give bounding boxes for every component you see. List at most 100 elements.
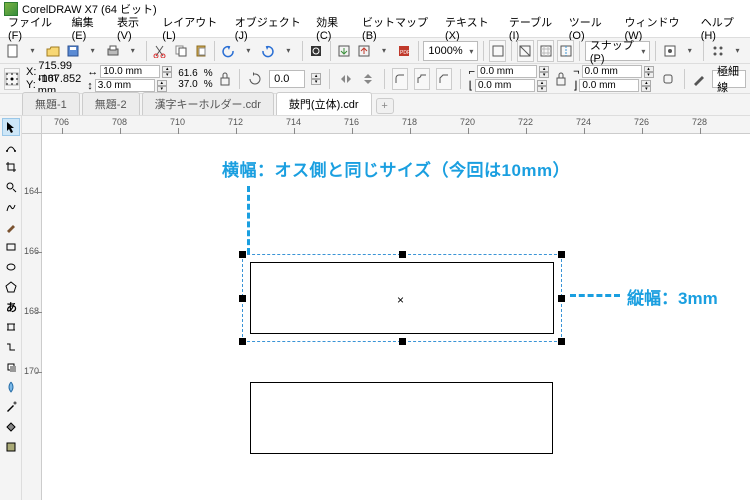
text-tool[interactable]: あ <box>2 298 20 316</box>
spin-down[interactable]: ▾ <box>644 72 654 78</box>
menu-edit[interactable]: 編集(E) <box>66 12 109 44</box>
fullscreen-button[interactable] <box>489 40 506 62</box>
handle-mid-left[interactable] <box>239 295 246 302</box>
show-guidelines-button[interactable] <box>557 40 574 62</box>
ruler-corner[interactable] <box>22 116 42 134</box>
height-down[interactable]: ▾ <box>157 86 167 92</box>
corner-bl-input[interactable]: 0.0 mm <box>475 79 535 92</box>
pick-tool[interactable] <box>2 118 20 136</box>
connector-tool[interactable] <box>2 338 20 356</box>
polygon-tool[interactable] <box>2 278 20 296</box>
redo-dropdown[interactable] <box>280 40 297 62</box>
zoom-tool[interactable] <box>2 178 20 196</box>
options-button[interactable] <box>661 40 678 62</box>
redo-button[interactable] <box>260 40 277 62</box>
height-input[interactable]: 3.0 mm <box>95 79 155 92</box>
freehand-tool[interactable] <box>2 198 20 216</box>
rotation-input[interactable]: 0.0 <box>269 70 305 88</box>
undo-dropdown[interactable] <box>240 40 257 62</box>
app-launcher-button[interactable] <box>709 40 726 62</box>
spin-down[interactable]: ▾ <box>641 86 651 92</box>
doc-tab-0[interactable]: 無題-1 <box>22 92 80 115</box>
show-grid-button[interactable] <box>537 40 554 62</box>
corner-tr-input[interactable]: 0.0 mm <box>582 65 642 78</box>
rotation-down[interactable]: ▾ <box>311 79 321 85</box>
handle-bottom-right[interactable] <box>558 338 565 345</box>
mirror-h-button[interactable] <box>338 68 354 90</box>
menu-help[interactable]: ヘルプ(H) <box>695 12 748 44</box>
new-button[interactable] <box>4 40 21 62</box>
origin-anchor-button[interactable] <box>4 68 20 90</box>
handle-top-right[interactable] <box>558 251 565 258</box>
spin-down[interactable]: ▾ <box>539 72 549 78</box>
copy-button[interactable] <box>172 40 189 62</box>
open-button[interactable] <box>44 40 61 62</box>
app-launcher-dropdown[interactable] <box>729 40 746 62</box>
lock-ratio-button[interactable] <box>219 70 231 88</box>
zoom-select[interactable]: 1000% <box>423 41 478 61</box>
corner-tl-input[interactable]: 0.0 mm <box>477 65 537 78</box>
doc-tab-3[interactable]: 鼓門(立体).cdr <box>276 92 372 115</box>
new-dropdown[interactable] <box>24 40 41 62</box>
snap-select[interactable]: スナップ(P) <box>585 41 651 61</box>
outline-width-select[interactable]: 極細線 <box>712 70 746 88</box>
print-dropdown[interactable] <box>124 40 141 62</box>
shape-tool[interactable] <box>2 138 20 156</box>
mirror-v-button[interactable] <box>360 68 376 90</box>
menu-bitmaps[interactable]: ビットマップ(B) <box>356 12 437 44</box>
menu-view[interactable]: 表示(V) <box>111 12 154 44</box>
undo-button[interactable] <box>220 40 237 62</box>
show-rulers-button[interactable] <box>517 40 534 62</box>
print-button[interactable] <box>104 40 121 62</box>
paste-button[interactable] <box>192 40 209 62</box>
spin-down[interactable]: ▾ <box>537 86 547 92</box>
export-dropdown[interactable] <box>376 40 393 62</box>
corner-round-button[interactable] <box>392 68 408 90</box>
search-content-button[interactable] <box>308 40 325 62</box>
handle-bottom-center[interactable] <box>399 338 406 345</box>
menu-file[interactable]: ファイル(F) <box>2 12 64 44</box>
options-dropdown[interactable] <box>681 40 698 62</box>
drawing-page[interactable]: 横幅：オス側と同じサイズ（今回は10mm） × 縦幅：3mm <box>42 134 750 500</box>
handle-top-left[interactable] <box>239 251 246 258</box>
ruler-tick: 706 <box>54 117 69 127</box>
transparency-tool[interactable] <box>2 378 20 396</box>
eyedropper-tool[interactable] <box>2 398 20 416</box>
corner-br-input[interactable]: 0.0 mm <box>579 79 639 92</box>
corner-lock-button[interactable] <box>555 70 567 88</box>
interactive-fill-tool[interactable] <box>2 418 20 436</box>
crop-tool[interactable] <box>2 158 20 176</box>
smart-fill-tool[interactable] <box>2 438 20 456</box>
doc-tab-1[interactable]: 無題-2 <box>82 92 140 115</box>
rectangle-tool[interactable] <box>2 238 20 256</box>
relative-corner-button[interactable] <box>660 68 676 90</box>
width-down[interactable]: ▾ <box>162 72 172 78</box>
save-dropdown[interactable] <box>84 40 101 62</box>
corner-scallop-button[interactable] <box>414 68 430 90</box>
export-button[interactable] <box>356 40 373 62</box>
rectangle-shape-2[interactable] <box>250 382 553 454</box>
drop-shadow-tool[interactable] <box>2 358 20 376</box>
ruler-vertical[interactable]: 164 166 168 170 <box>22 134 42 500</box>
ruler-horizontal[interactable]: 706 708 710 712 714 716 718 720 722 724 … <box>42 116 750 134</box>
canvas[interactable]: 706 708 710 712 714 716 718 720 722 724 … <box>22 116 750 500</box>
parallel-dim-tool[interactable] <box>2 318 20 336</box>
menu-effects[interactable]: 効果(C) <box>310 12 354 44</box>
menu-layout[interactable]: レイアウト(L) <box>156 12 227 44</box>
handle-bottom-left[interactable] <box>239 338 246 345</box>
cut-button[interactable] <box>152 40 169 62</box>
handle-mid-right[interactable] <box>558 295 565 302</box>
corner-chamfer-button[interactable] <box>436 68 452 90</box>
width-input[interactable]: 10.0 mm <box>100 65 160 78</box>
new-tab-button[interactable]: + <box>376 98 394 114</box>
menu-object[interactable]: オブジェクト(J) <box>229 12 308 44</box>
save-button[interactable] <box>64 40 81 62</box>
import-button[interactable] <box>335 40 352 62</box>
ellipse-tool[interactable] <box>2 258 20 276</box>
handle-top-center[interactable] <box>399 251 406 258</box>
selection-center-icon[interactable]: × <box>397 293 404 307</box>
artistic-media-tool[interactable] <box>2 218 20 236</box>
selected-rectangle[interactable]: × <box>242 254 562 342</box>
publish-pdf-button[interactable]: PDF <box>396 40 413 62</box>
doc-tab-2[interactable]: 漢字キーホルダー.cdr <box>142 92 274 115</box>
